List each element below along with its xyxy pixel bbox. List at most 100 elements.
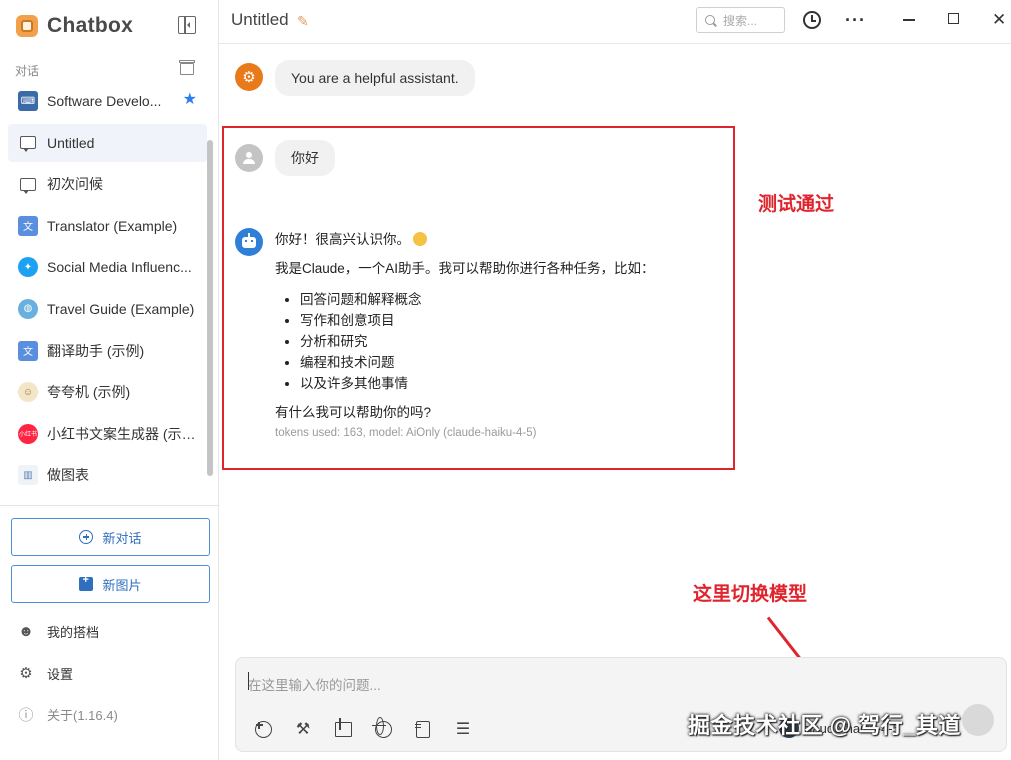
main-area: Untitled ✎ 搜索... ··· ✕ ⚙ You are a helpf…: [219, 0, 1011, 760]
annotation-switch-model: 这里切换模型: [693, 584, 808, 605]
xiaohongshu-icon: 小红书: [18, 423, 38, 444]
conversation-item[interactable]: 文 翻译助手 (示例): [8, 332, 207, 370]
conversation-item[interactable]: 文 Translator (Example): [8, 207, 207, 245]
book-icon[interactable]: [332, 718, 354, 740]
sidebar: Chatbox 对话 ⌨ Software Develo... ★ Untitl…: [0, 0, 219, 760]
collapse-sidebar-icon[interactable]: [178, 16, 196, 34]
assistant-message: 你好！很高兴认识你。 我是Claude，一个AI助手。我可以帮助你进行各种任务，…: [275, 229, 715, 444]
chart-icon: ▥: [18, 465, 38, 486]
gear-icon: ⚙: [19, 665, 33, 682]
conversation-label: 做图表: [47, 467, 89, 484]
conversation-item[interactable]: ✦ Social Media Influenc...: [8, 248, 207, 286]
user-icon: [243, 152, 255, 164]
list-item: 分析和研究: [300, 331, 715, 352]
search-icon: [705, 15, 715, 25]
list-item: 以及许多其他事情: [300, 373, 715, 394]
conversation-label: 夸夸机 (示例): [47, 384, 131, 401]
settings-item[interactable]: ⚙ 设置: [18, 663, 73, 683]
conversation-item[interactable]: ⌨ Software Develo... ★: [8, 82, 207, 120]
window-close-button[interactable]: ✕: [992, 10, 1006, 30]
brand: Chatbox: [16, 12, 133, 40]
conversation-list: ⌨ Software Develo... ★ Untitled 初次问候 文 T…: [8, 82, 207, 504]
dev-avatar-icon: ⌨: [18, 91, 38, 111]
assistant-avatar: [235, 228, 263, 256]
globe-icon: ◍: [18, 298, 38, 319]
conversation-item[interactable]: ▥ 做图表: [8, 456, 207, 494]
assistant-list: 回答问题和解释概念 写作和创意项目 分析和研究 编程和技术问题 以及许多其他事情: [300, 289, 715, 394]
window-minimize-button[interactable]: [903, 19, 915, 21]
hammer-icon[interactable]: ⚒: [292, 718, 314, 740]
translator-icon: 文: [18, 215, 38, 236]
new-image-label: 新图片: [102, 577, 142, 593]
robot-icon: [242, 232, 256, 248]
user-avatar: [235, 144, 263, 172]
list-item: 编程和技术问题: [300, 352, 715, 373]
robot-icon: ☻: [18, 622, 34, 640]
plus-circle-icon: [79, 530, 94, 544]
more-options-icon[interactable]: ···: [845, 10, 866, 31]
watermark: 掘金技术社区 @ 驾行_其道: [688, 713, 961, 738]
document-icon[interactable]: [412, 718, 434, 740]
conversation-item[interactable]: ◍ Travel Guide (Example): [8, 290, 207, 328]
list-item: 回答问题和解释概念: [300, 289, 715, 310]
settings-label: 设置: [47, 666, 74, 682]
conversation-label: Untitled: [47, 134, 95, 151]
brand-name: Chatbox: [47, 14, 134, 37]
new-image-button[interactable]: 新图片: [11, 565, 210, 603]
conversation-label: Social Media Influenc...: [47, 259, 192, 276]
conversation-label: 小红书文案生成器 (示例): [47, 425, 197, 442]
user-message: 你好: [275, 140, 335, 176]
message-meta: tokens used: 163, model: AiOnly (claude-…: [275, 427, 537, 439]
web-search-globe-icon[interactable]: [372, 718, 394, 740]
conversation-label: 初次问候: [47, 176, 103, 193]
conversation-label: 翻译助手 (示例): [47, 342, 145, 359]
system-message: You are a helpful assistant.: [275, 60, 475, 96]
annotation-test-passed: 测试通过: [758, 194, 835, 215]
sidebar-scrollbar[interactable]: [207, 140, 213, 476]
chatbox-logo-icon: [16, 15, 38, 37]
topbar: Untitled ✎ 搜索... ··· ✕: [219, 0, 1011, 44]
search-input[interactable]: 搜索...: [696, 7, 785, 33]
conversation-label: Translator (Example): [47, 217, 178, 234]
archive-icon[interactable]: [179, 60, 195, 75]
assistant-intro: 我是Claude，一个AI助手。我可以帮助你进行各种任务，比如：: [275, 261, 655, 276]
cheer-icon: ☺: [18, 382, 38, 403]
twitter-icon: ✦: [18, 257, 38, 278]
search-placeholder: 搜索...: [723, 13, 758, 28]
window-maximize-button[interactable]: [948, 13, 959, 24]
list-item: 写作和创意项目: [300, 310, 715, 331]
new-chat-label: 新对话: [102, 530, 142, 546]
input-toolbar: ⚒ ☰: [252, 718, 492, 740]
system-avatar: ⚙: [235, 63, 263, 91]
edit-title-icon[interactable]: ✎: [297, 13, 309, 30]
conversation-item-active[interactable]: Untitled: [8, 123, 207, 162]
assistant-greeting: 你好！很高兴认识你。: [275, 232, 410, 247]
conversation-label: Software Develo...: [47, 93, 162, 109]
translator-icon: 文: [18, 340, 38, 361]
history-icon[interactable]: [803, 11, 821, 29]
sidebar-divider: [0, 505, 218, 506]
gear-icon: ⚙: [242, 68, 256, 86]
send-button[interactable]: [962, 704, 994, 736]
conversation-item[interactable]: 小红书 小红书文案生成器 (示例): [8, 415, 207, 453]
section-label: 对话: [15, 64, 40, 78]
chat-bubble-icon: [18, 174, 38, 194]
new-chat-button[interactable]: 新对话: [11, 518, 210, 556]
smile-emoji-icon: [413, 232, 427, 246]
conversation-label: Travel Guide (Example): [47, 300, 195, 317]
about-label: 关于(1.16.4): [47, 707, 118, 723]
info-icon: ⓘ: [18, 706, 34, 724]
page-title: Untitled: [231, 10, 289, 29]
chat-bubble-icon: [18, 133, 38, 153]
assistant-closing: 有什么我可以帮助你的吗?: [275, 405, 432, 420]
about-item[interactable]: ⓘ 关于(1.16.4): [18, 704, 118, 724]
attach-plus-icon[interactable]: [252, 718, 274, 740]
conversation-item[interactable]: 初次问候: [8, 165, 207, 203]
message-input[interactable]: 在这里输入你的问题...: [248, 674, 381, 694]
settings-sliders-icon[interactable]: ☰: [452, 718, 474, 740]
conversation-item[interactable]: ☺ 夸夸机 (示例): [8, 373, 207, 411]
my-partner-label: 我的搭档: [47, 624, 100, 640]
image-plus-icon: [79, 574, 94, 591]
my-partner-item[interactable]: ☻ 我的搭档: [18, 621, 99, 641]
star-icon[interactable]: ★: [183, 92, 197, 108]
